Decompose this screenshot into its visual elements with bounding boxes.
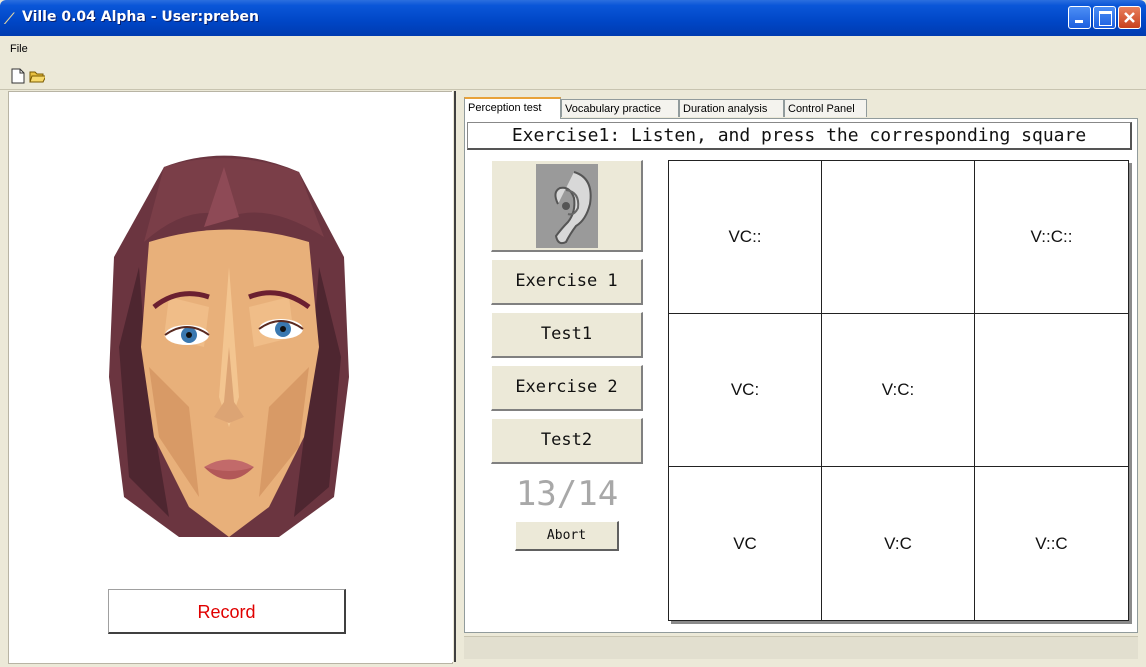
- feather-icon: ⁄: [8, 9, 11, 28]
- grid-cell-r3c3[interactable]: V::C: [975, 467, 1128, 620]
- answer-grid: VC:: V::C:: VC: V:C: VC V:C V::C: [668, 160, 1129, 621]
- ear-icon: [536, 164, 598, 248]
- perception-test-content: Exercise1: Listen, and press the corresp…: [464, 118, 1138, 633]
- grid-cell-r1c1[interactable]: VC::: [669, 161, 822, 314]
- instruction-text: Exercise1: Listen, and press the corresp…: [467, 122, 1132, 150]
- tab-vocabulary-practice[interactable]: Vocabulary practice: [561, 99, 679, 117]
- tab-duration-analysis[interactable]: Duration analysis: [679, 99, 784, 117]
- avatar-face: [109, 155, 349, 538]
- grid-cell-r3c1[interactable]: VC: [669, 467, 822, 620]
- grid-cell-r1c2[interactable]: [822, 161, 975, 314]
- avatar-panel: Record: [8, 91, 453, 664]
- grid-cell-r3c2[interactable]: V:C: [822, 467, 975, 620]
- maximize-button[interactable]: [1093, 6, 1116, 29]
- panel-splitter[interactable]: [452, 91, 456, 662]
- minimize-button[interactable]: [1068, 6, 1091, 29]
- title-bar: ⁄ Ville 0.04 Alpha - User:preben: [0, 0, 1146, 36]
- progress-counter: 13/14: [515, 474, 619, 514]
- maximize-icon: [1099, 11, 1112, 26]
- menu-file[interactable]: File: [10, 43, 28, 55]
- minimize-icon: [1075, 20, 1083, 23]
- exercise-panel: Perception test Vocabulary practice Dura…: [458, 91, 1144, 662]
- new-document-icon[interactable]: [10, 68, 26, 84]
- record-button[interactable]: Record: [108, 589, 346, 634]
- menu-bar: File: [0, 40, 1146, 60]
- grid-cell-r2c2[interactable]: V:C:: [822, 314, 975, 467]
- toolbar: [0, 63, 1146, 90]
- close-button[interactable]: [1118, 6, 1141, 29]
- test1-button[interactable]: Test1: [491, 312, 643, 358]
- grid-cell-r2c3[interactable]: [975, 314, 1128, 467]
- test2-button[interactable]: Test2: [491, 418, 643, 464]
- abort-button[interactable]: Abort: [515, 521, 619, 551]
- grid-cell-r2c1[interactable]: VC:: [669, 314, 822, 467]
- close-icon: [1124, 12, 1135, 23]
- open-folder-icon[interactable]: [29, 68, 45, 84]
- status-bar: [464, 636, 1138, 659]
- window-title: Ville 0.04 Alpha - User:preben: [22, 9, 260, 25]
- grid-cell-r1c3[interactable]: V::C::: [975, 161, 1128, 314]
- tab-perception-test[interactable]: Perception test: [464, 97, 561, 119]
- listen-button[interactable]: [491, 160, 643, 252]
- exercise-2-button[interactable]: Exercise 2: [491, 365, 643, 411]
- exercise-1-button[interactable]: Exercise 1: [491, 259, 643, 305]
- tab-control-panel[interactable]: Control Panel: [784, 99, 867, 117]
